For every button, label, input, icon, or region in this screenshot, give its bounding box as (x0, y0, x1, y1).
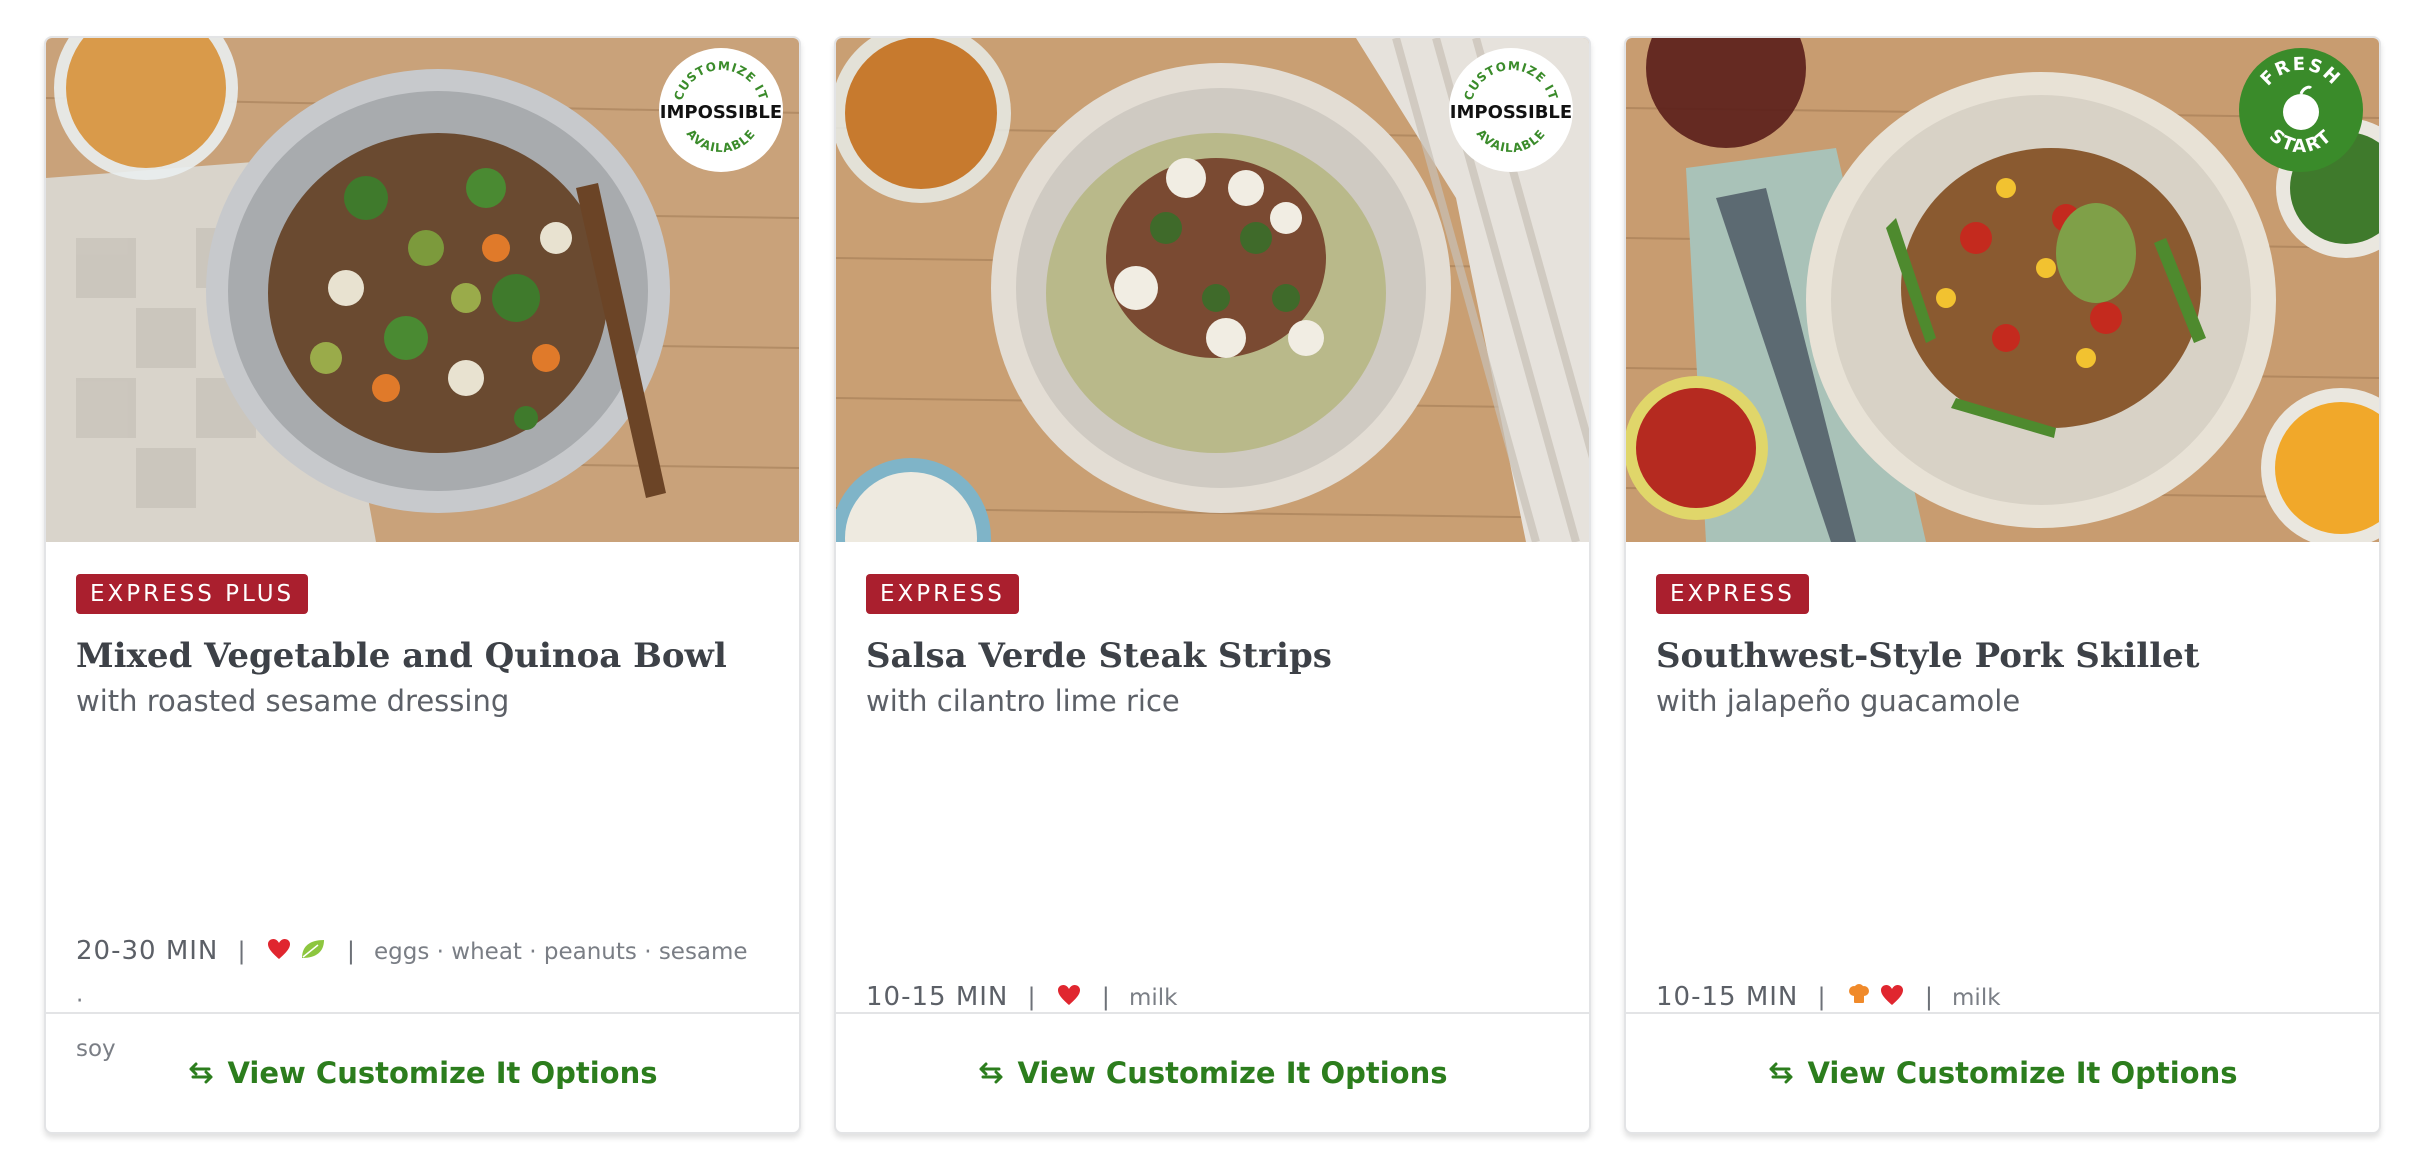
svg-text:START: START (2265, 125, 2337, 157)
swap-arrows-icon (189, 1062, 213, 1084)
recipe-title[interactable]: Salsa Verde Steak Strips (866, 636, 1569, 676)
recipe-subtitle: with jalapeño guacamole (1656, 684, 2021, 718)
recipe-info: EXPRESS PLUS Mixed Vegetable and Quinoa … (46, 542, 799, 1062)
prep-time: 10-15 MIN (1656, 982, 1799, 1012)
recipe-tag: EXPRESS PLUS (76, 574, 309, 614)
svg-text:FRESH: FRESH (2257, 54, 2346, 90)
recipe-subtitle: with roasted sesame dressing (76, 684, 510, 718)
cta-label: View Customize It Options (1017, 1056, 1448, 1090)
swap-arrows-icon (979, 1062, 1003, 1084)
recipe-title[interactable]: Southwest-Style Pork Skillet (1656, 636, 2359, 676)
recipe-subtitle: with cilantro lime rice (866, 684, 1180, 718)
svg-text:AVAILABLE: AVAILABLE (1474, 127, 1548, 156)
impossible-badge: CUSTOMIZE IT IMPOSSIBLE AVAILABLE (1449, 48, 1573, 172)
fresh-start-badge: FRESH START (2239, 48, 2363, 172)
separator: | (1027, 983, 1036, 1011)
separator: | (237, 937, 246, 965)
svg-text:IMPOSSIBLE: IMPOSSIBLE (1450, 102, 1572, 123)
allergens: milk (1128, 985, 1178, 1011)
swap-arrows-icon (1769, 1062, 1793, 1084)
recipe-info: EXPRESS Southwest-Style Pork Skillet wit… (1626, 542, 2379, 1012)
svg-text:CUSTOMIZE IT: CUSTOMIZE IT (1461, 59, 1560, 103)
apple-icon (2283, 94, 2319, 130)
svg-text:AVAILABLE: AVAILABLE (684, 127, 758, 156)
view-customize-options-button[interactable]: View Customize It Options (836, 1012, 1589, 1132)
cta-label: View Customize It Options (1807, 1056, 2238, 1090)
separator: | (1101, 983, 1110, 1011)
svg-text:IMPOSSIBLE: IMPOSSIBLE (660, 102, 782, 123)
leaf-icon (300, 932, 326, 978)
recipe-card[interactable]: CUSTOMIZE IT IMPOSSIBLE AVAILABLE EXPRES… (834, 36, 1591, 1134)
recipe-photo[interactable]: FRESH START (1626, 38, 2379, 542)
recipe-card[interactable]: FRESH START EXPRESS Southwest-Style Pork… (1624, 36, 2381, 1134)
impossible-badge: CUSTOMIZE IT IMPOSSIBLE AVAILABLE (659, 48, 783, 172)
recipe-tag: EXPRESS (1656, 574, 1809, 614)
recipe-card-grid: CUSTOMIZE IT IMPOSSIBLE AVAILABLE EXPRES… (44, 36, 2388, 1136)
recipe-info: EXPRESS Salsa Verde Steak Strips with ci… (836, 542, 1589, 1012)
separator: | (1817, 983, 1826, 1011)
view-customize-options-button[interactable]: View Customize It Options (1626, 1012, 2379, 1132)
allergens: milk (1952, 985, 2001, 1011)
prep-time: 10-15 MIN (866, 982, 1009, 1012)
cta-label: View Customize It Options (227, 1056, 658, 1090)
separator: | (1924, 983, 1933, 1011)
svg-text:CUSTOMIZE IT: CUSTOMIZE IT (671, 59, 770, 103)
separator: | (346, 937, 355, 965)
view-customize-options-button[interactable]: View Customize It Options (46, 1012, 799, 1132)
recipe-photo[interactable]: CUSTOMIZE IT IMPOSSIBLE AVAILABLE (836, 38, 1589, 542)
prep-time: 20-30 MIN (76, 936, 219, 966)
heart-icon (267, 932, 291, 978)
recipe-photo[interactable]: CUSTOMIZE IT IMPOSSIBLE AVAILABLE (46, 38, 799, 542)
recipe-title[interactable]: Mixed Vegetable and Quinoa Bowl (76, 636, 779, 676)
recipe-card[interactable]: CUSTOMIZE IT IMPOSSIBLE AVAILABLE EXPRES… (44, 36, 801, 1134)
recipe-tag: EXPRESS (866, 574, 1019, 614)
